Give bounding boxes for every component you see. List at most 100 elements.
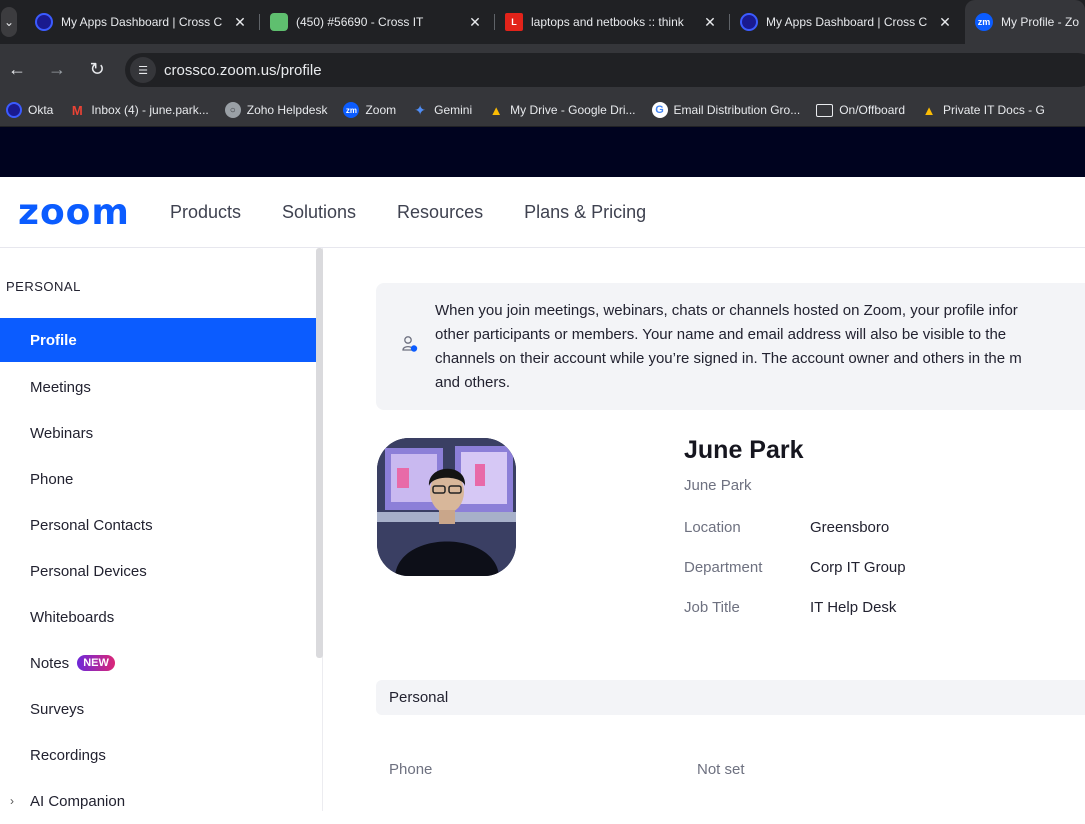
nav-products[interactable]: Products: [170, 202, 241, 223]
close-icon[interactable]: ✕: [937, 14, 953, 31]
sidebar-item-surveys[interactable]: Surveys: [0, 686, 317, 732]
sidebar-item-personal-contacts[interactable]: Personal Contacts: [0, 502, 317, 548]
url-text[interactable]: crossco.zoom.us/profile: [164, 62, 322, 79]
okta-icon: [6, 102, 22, 118]
bookmark-label: On/Offboard: [839, 103, 906, 117]
zoom-logo[interactable]: zoom: [18, 192, 130, 233]
top-banner: [0, 127, 1085, 177]
sidebar-menu: Profile Meetings Webinars Phone Personal…: [0, 318, 317, 824]
profile-name: June Park: [684, 436, 804, 464]
forward-button[interactable]: →: [43, 55, 71, 83]
zoom-icon: zm: [975, 13, 993, 31]
bookmark-gmail[interactable]: M Inbox (4) - june.park...: [69, 102, 209, 118]
sidebar-item-personal-devices[interactable]: Personal Devices: [0, 548, 317, 594]
google-drive-icon: ▲: [489, 102, 503, 118]
bookmark-gemini[interactable]: ✦ Gemini: [412, 102, 472, 118]
google-drive-icon: ▲: [922, 102, 936, 118]
tab-zoho-ticket[interactable]: (450) #56690 - Cross IT ✕: [260, 0, 495, 44]
reload-button[interactable]: ↻: [83, 55, 111, 83]
sidebar-item-label: Surveys: [30, 700, 85, 718]
main-nav: Products Solutions Resources Plans & Pri…: [170, 202, 687, 223]
bookmark-zoho-helpdesk[interactable]: ○ Zoho Helpdesk: [224, 102, 327, 118]
sidebar-item-notes[interactable]: Notes NEW: [0, 640, 317, 686]
tab-title: laptops and netbooks :: think: [531, 15, 684, 29]
privacy-notice: When you join meetings, webinars, chats …: [376, 283, 1085, 410]
site-info-icon[interactable]: ☰: [130, 57, 156, 83]
chevron-right-icon: ›: [10, 794, 14, 808]
job-title-label: Job Title: [684, 599, 740, 616]
bookmark-google-drive[interactable]: ▲ My Drive - Google Dri...: [488, 102, 636, 118]
sidebar-item-whiteboards[interactable]: Whiteboards: [0, 594, 317, 640]
chevron-down-icon: ⌄: [3, 15, 15, 29]
bookmark-okta[interactable]: Okta: [6, 102, 53, 118]
department-label: Department: [684, 559, 763, 576]
new-badge: NEW: [77, 655, 115, 671]
tab-title: My Profile - Zo: [1001, 15, 1080, 29]
close-icon[interactable]: ✕: [232, 14, 248, 31]
user-info-icon: [402, 336, 418, 352]
nav-solutions[interactable]: Solutions: [282, 202, 356, 223]
sidebar-item-label: AI Companion: [30, 792, 126, 810]
nav-plans-pricing[interactable]: Plans & Pricing: [524, 202, 646, 223]
tab-search-button[interactable]: ⌄: [1, 7, 17, 37]
sidebar-item-ai-companion[interactable]: › AI Companion: [0, 778, 317, 824]
privacy-notice-text: When you join meetings, webinars, chats …: [435, 302, 1022, 391]
globe-icon: ○: [224, 102, 241, 118]
sidebar-item-label: Phone: [30, 470, 74, 488]
sidebar-item-recordings[interactable]: Recordings: [0, 732, 317, 778]
bookmark-folder-onoffboard[interactable]: On/Offboard: [816, 103, 905, 117]
zoom-icon: zm: [343, 102, 360, 118]
location-value: Greensboro: [810, 519, 890, 536]
avatar[interactable]: [377, 438, 516, 576]
tab-lenovo[interactable]: L laptops and netbooks :: think ✕: [495, 0, 730, 44]
sidebar-item-meetings[interactable]: Meetings: [0, 364, 317, 410]
sidebar-item-label: Personal Contacts: [30, 516, 153, 534]
tab-zoom-profile[interactable]: zm My Profile - Zo: [965, 0, 1085, 44]
sidebar-item-label: Profile: [30, 331, 77, 349]
back-button[interactable]: ←: [3, 55, 31, 83]
profile-main: When you join meetings, webinars, chats …: [323, 248, 1085, 811]
profile-row-department: Department Corp IT Group: [684, 559, 1084, 576]
address-bar[interactable]: ☰ crossco.zoom.us/profile: [125, 53, 1085, 87]
sidebar-item-profile[interactable]: Profile: [0, 318, 317, 362]
bookmark-label: Gemini: [434, 103, 473, 117]
sidebar-scrollbar[interactable]: [316, 248, 323, 658]
close-icon[interactable]: ✕: [702, 14, 718, 31]
tab-okta-dashboard[interactable]: My Apps Dashboard | Cross C ✕: [25, 0, 260, 44]
profile-row-job-title: Job Title IT Help Desk: [684, 599, 1084, 616]
bookmark-label: Inbox (4) - june.park...: [91, 103, 209, 117]
tab-title: My Apps Dashboard | Cross C: [766, 15, 928, 29]
sidebar-item-label: Notes: [30, 654, 70, 672]
reload-icon: ↻: [89, 58, 105, 79]
profile-photo: [377, 438, 516, 576]
phone-value: Not set: [697, 761, 745, 778]
close-icon[interactable]: ✕: [467, 14, 483, 31]
bookmark-label: My Drive - Google Dri...: [510, 103, 636, 117]
arrow-left-icon: ←: [8, 58, 26, 79]
field-row-phone: Phone Not set: [389, 761, 745, 778]
department-value: Corp IT Group: [810, 559, 906, 576]
job-title-value: IT Help Desk: [810, 599, 897, 616]
gmail-icon: M: [71, 102, 83, 118]
bookmarks-bar: Okta M Inbox (4) - june.park... ○ Zoho Hel…: [0, 94, 1085, 127]
site-header: zoom Products Solutions Resources Plans …: [0, 177, 1085, 248]
sidebar-item-webinars[interactable]: Webinars: [0, 410, 317, 456]
bookmark-email-distribution[interactable]: G Email Distribution Gro...: [651, 102, 800, 118]
google-icon: G: [651, 102, 668, 118]
profile-display-name: June Park: [684, 477, 752, 494]
sidebar-section-heading: PERSONAL: [6, 279, 81, 294]
profile-row-location: Location Greensboro: [684, 519, 1084, 536]
sidebar: PERSONAL Profile Meetings Webinars Phone…: [0, 248, 323, 811]
sidebar-item-label: Whiteboards: [30, 608, 115, 626]
location-label: Location: [684, 519, 741, 536]
sidebar-item-label: Personal Devices: [30, 562, 147, 580]
sidebar-item-phone[interactable]: Phone: [0, 456, 317, 502]
gemini-icon: ✦: [414, 101, 426, 118]
bookmark-private-it-docs[interactable]: ▲ Private IT Docs - G: [921, 102, 1045, 118]
bookmark-label: Private IT Docs - G: [943, 103, 1045, 117]
bookmark-zoom[interactable]: zm Zoom: [343, 102, 396, 118]
lenovo-icon: L: [505, 13, 523, 31]
sidebar-item-label: Webinars: [30, 424, 94, 442]
nav-resources[interactable]: Resources: [397, 202, 483, 223]
tab-okta-dashboard-2[interactable]: My Apps Dashboard | Cross C ✕: [730, 0, 965, 44]
